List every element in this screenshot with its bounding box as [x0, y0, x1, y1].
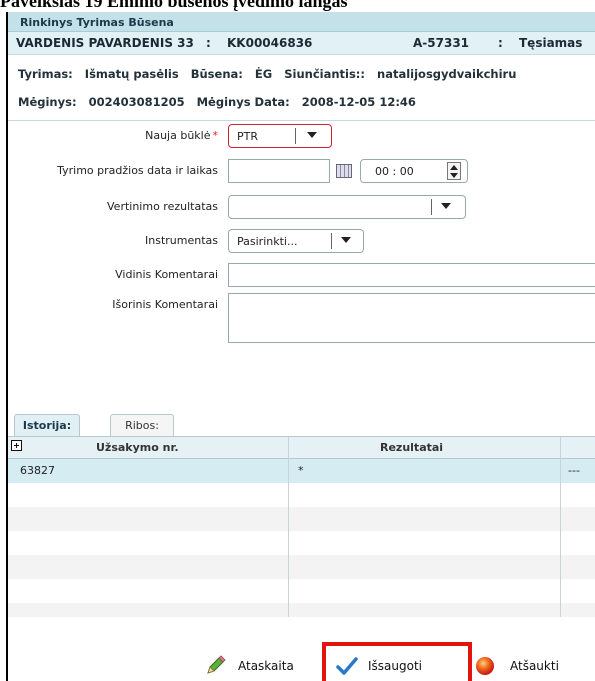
table-row[interactable] — [8, 555, 595, 579]
meginys-label: Mėginys: — [18, 95, 77, 109]
start-time-value: 00 : 00 — [375, 165, 414, 178]
spin-down-icon[interactable] — [450, 173, 458, 178]
table-row[interactable]: 63827 * --- — [8, 459, 595, 483]
nauja-bukle-select[interactable]: PTR — [228, 124, 332, 148]
extra-value: --- — [568, 464, 580, 477]
start-date-input[interactable] — [228, 159, 330, 183]
busena-label: Būsena: — [190, 67, 243, 81]
pencil-icon — [207, 655, 226, 674]
patient-code: KK00046836 — [227, 36, 313, 50]
ataskaita-button[interactable]: Ataskaita — [204, 655, 314, 677]
select-separator — [295, 128, 296, 144]
patient-separator: : — [206, 36, 211, 50]
table-row[interactable] — [8, 579, 595, 603]
column-divider — [560, 437, 561, 617]
instrumentas-select[interactable]: Pasirinkti... — [228, 229, 364, 253]
atsaukti-label: Atšaukti — [510, 659, 559, 673]
isorinis-label: Išorinis Komentarai — [112, 298, 218, 311]
table-row[interactable] — [8, 531, 595, 555]
instrumentas-value: Pasirinkti... — [237, 235, 298, 248]
nauja-bukle-value: PTR — [237, 130, 258, 143]
select-separator — [331, 233, 332, 249]
time-spinner[interactable] — [447, 162, 461, 180]
vidinis-input[interactable] — [228, 263, 595, 287]
atsaukti-button[interactable]: Atšaukti — [474, 655, 584, 677]
figure-caption: Paveikslas 19 Ėminio būsenos įvedimo lan… — [0, 0, 348, 11]
tab-bar: Istorija: Ribos: — [8, 412, 595, 436]
result-value: * — [298, 464, 304, 477]
instrumentas-label: Instrumentas — [145, 234, 218, 247]
patient-name: VARDENIS PAVARDENIS 33 — [16, 36, 194, 50]
tab-ribos[interactable]: Ribos: — [110, 414, 174, 436]
siunciantis-value: natalijosgydvaikchiru — [377, 67, 517, 81]
ataskaita-label: Ataskaita — [238, 659, 294, 673]
vertinimo-label: Vertinimo rezultatas — [107, 200, 218, 213]
start-time-input[interactable]: 00 : 00 — [360, 159, 468, 183]
case-number: A-57331 — [413, 36, 470, 50]
history-table: Užsakymo nr. Rezultatai 63827 * --- — [8, 436, 595, 617]
footer-toolbar: Ataskaita Išsaugoti Atšaukti — [8, 622, 595, 681]
tyrimas-value: Išmatų pasėlis — [84, 67, 179, 81]
highlight-frame — [322, 642, 472, 681]
nauja-bukle-label: Nauja būklė * — [145, 129, 219, 142]
siunciantis-label: Siunčiantis:: — [284, 67, 366, 81]
chevron-down-icon — [341, 237, 351, 243]
col-header-order[interactable]: Užsakymo nr. — [96, 441, 179, 454]
chevron-down-icon — [441, 203, 451, 209]
table-row[interactable] — [8, 483, 595, 507]
title-bar[interactable]: Rinkinys Tyrimas Būsena — [8, 12, 595, 32]
vidinis-label: Vidinis Komentarai — [115, 268, 218, 281]
tab-istorija[interactable]: Istorija: — [14, 414, 80, 436]
table-row[interactable] — [8, 603, 595, 617]
sample-info: Tyrimas: Išmatų pasėlis Būsena: ĖG Siunč… — [8, 55, 595, 121]
cancel-dot-icon — [476, 657, 494, 675]
dialog-window: Rinkinys Tyrimas Būsena VARDENIS PAVARDE… — [6, 12, 595, 681]
select-separator — [431, 199, 432, 215]
calendar-icon[interactable] — [336, 164, 352, 178]
case-status: Tęsiamas — [519, 36, 583, 50]
start-datetime-label: Tyrimo pradžios data ir laikas — [57, 164, 218, 177]
meginys-data-value: 2008-12-05 12:46 — [301, 95, 416, 109]
meginys-data-label: Mėginys Data: — [196, 95, 290, 109]
table-header: Užsakymo nr. Rezultatai — [8, 437, 595, 459]
info-row-test: Tyrimas: Išmatų pasėlis Būsena: ĖG Siunč… — [18, 67, 524, 81]
table-row[interactable] — [8, 507, 595, 531]
col-header-results[interactable]: Rezultatai — [380, 441, 443, 454]
info-row-sample: Mėginys: 002403081205 Mėginys Data: 2008… — [18, 95, 424, 109]
vertinimo-select[interactable] — [228, 195, 466, 219]
spin-up-icon[interactable] — [450, 165, 458, 170]
column-divider — [288, 437, 289, 617]
tyrimas-label: Tyrimas: — [18, 67, 73, 81]
chevron-down-icon — [307, 132, 317, 138]
expand-plus-icon[interactable] — [11, 440, 22, 451]
patient-bar: VARDENIS PAVARDENIS 33 : KK00046836 A-57… — [8, 32, 595, 55]
busena-value: ĖG — [254, 67, 273, 81]
window-title: Rinkinys Tyrimas Būsena — [20, 16, 174, 29]
required-mark: * — [212, 129, 219, 142]
order-number: 63827 — [20, 464, 55, 477]
isorinis-textarea[interactable] — [228, 293, 595, 343]
meginys-value: 002403081205 — [88, 95, 185, 109]
case-separator: : — [498, 36, 503, 50]
